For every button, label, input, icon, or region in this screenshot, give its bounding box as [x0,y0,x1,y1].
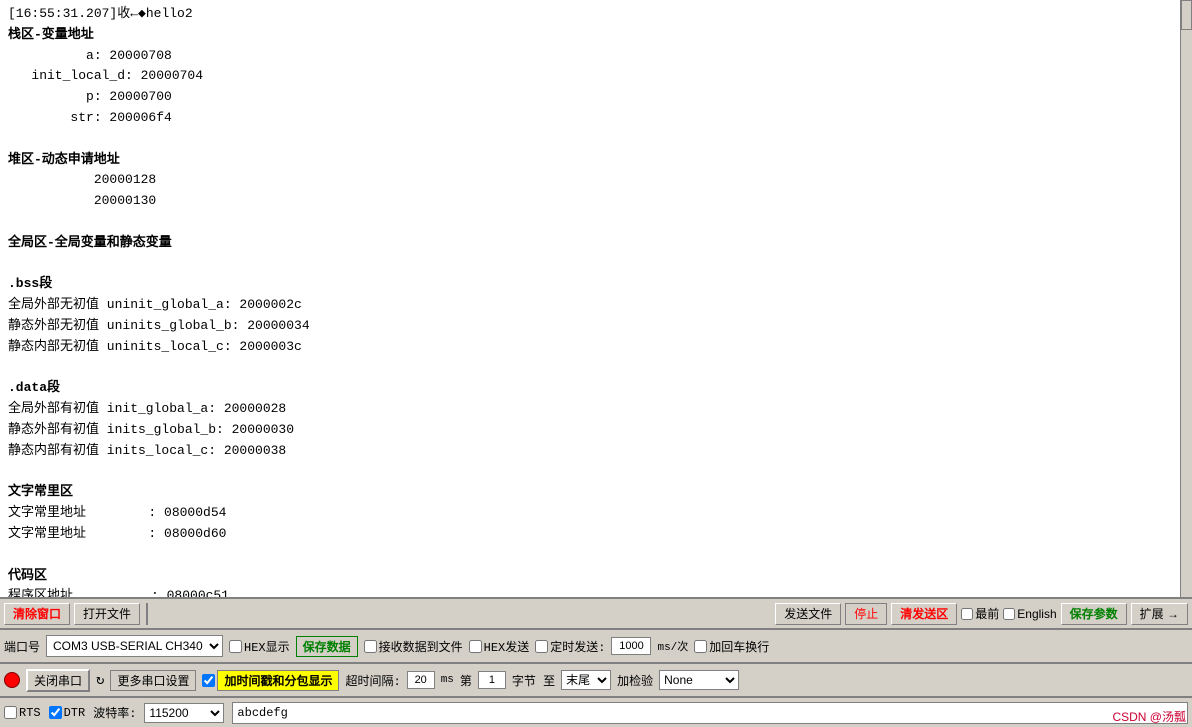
port-label: 端口号 [4,638,40,655]
timeout-label: 超时间隔: [345,672,400,689]
recover-checkbox[interactable] [694,640,707,653]
log-line-14: .bss段 [8,274,1172,295]
bottom-bar: RTS DTR 波特率: 115200 [0,697,1192,727]
last-checkbox-label[interactable]: 最前 [961,605,999,622]
log-line-22: 静态内部有初值 inits_local_c: 20000038 [8,441,1172,462]
baud-rate-select[interactable]: 115200 [144,703,224,723]
ms-unit: ms [441,674,454,686]
last-checkbox[interactable] [961,608,973,620]
recover-label[interactable]: 加回车换行 [694,638,769,655]
log-line-17: 静态内部无初值 uninits_local_c: 2000003c [8,337,1172,358]
port-select[interactable]: COM3 USB-SERIAL CH340 [46,635,223,657]
scrollbar[interactable] [1180,0,1192,597]
log-line-25: 文字常里地址 : 08000d54 [8,503,1172,524]
log-line-24: 文字常里区 [8,482,1172,503]
status-row-2: 关闭串口 ↻ 更多串口设置 加时间戳和分包显示 超时间隔: ms 第 字节 至 … [0,663,1192,697]
word-label: 第 [460,672,472,689]
main-content-area: [16:55:31.207]收←◆hello2 栈区-变量地址 a: 20000… [0,0,1180,597]
english-checkbox-text: English [1017,607,1056,621]
save-params-button[interactable]: 保存参数 [1061,603,1127,625]
end-select[interactable]: 末尾 [561,670,611,690]
send-input[interactable] [232,702,1188,724]
log-line-29: 程序区地址 : 08000c51 [8,586,1172,597]
timestamp-button[interactable]: 加时间戳和分包显示 [217,670,339,691]
log-line-20: 全局外部有初值 init_global_a: 20000028 [8,399,1172,420]
english-checkbox[interactable] [1003,608,1015,620]
hex-send-label[interactable]: HEX发送 [469,638,530,655]
log-line-16: 静态外部无初值 uninits_global_b: 20000034 [8,316,1172,337]
log-line-12: 全局区-全局变量和静态变量 [8,233,1172,254]
send-file-button[interactable]: 发送文件 [775,603,841,625]
scrollbar-thumb[interactable] [1181,0,1192,30]
last-checkbox-text: 最前 [975,605,999,622]
hex-send-checkbox[interactable] [469,640,482,653]
rts-checkbox[interactable] [4,706,17,719]
log-line-28: 代码区 [8,566,1172,587]
timed-send-label[interactable]: 定时发送: [535,638,605,655]
hex-display-label[interactable]: HEX显示 [229,638,290,655]
log-line-5: p: 20000700 [8,87,1172,108]
log-line-11 [8,212,1172,233]
interval-input[interactable] [611,637,651,655]
word-input[interactable] [478,671,506,689]
receive-file-checkbox[interactable] [364,640,377,653]
log-line-7 [8,129,1172,150]
connection-indicator [4,672,20,688]
dtr-checkbox[interactable] [49,706,62,719]
rts-label[interactable]: RTS [4,706,41,720]
clear-window-button[interactable]: 清除窗口 [4,603,70,625]
save-data-button[interactable]: 保存数据 [296,636,358,657]
log-line-21: 静态外部有初值 inits_global_b: 20000030 [8,420,1172,441]
baud-rate-label: 波特率: [93,704,136,721]
log-line-9: 20000128 [8,170,1172,191]
log-line-26: 文字常里地址 : 08000d60 [8,524,1172,545]
log-line-3: a: 20000708 [8,46,1172,67]
english-checkbox-label[interactable]: English [1003,607,1056,621]
recover-text: 加回车换行 [709,638,769,655]
word-unit: 字节 至 [512,672,555,689]
log-line-8: 堆区-动态申请地址 [8,150,1172,171]
expand-button[interactable]: 扩展 → [1131,603,1188,625]
toolbar: 清除窗口 打开文件 发送文件 停止 清发送区 最前 English 保存参数 扩… [0,597,1192,629]
log-line-23 [8,462,1172,483]
refresh-icon[interactable]: ↻ [96,672,104,689]
csdn-logo: CSDN @汤瓢 [1106,706,1192,727]
timestamp-checkbox[interactable] [202,674,215,687]
receive-file-text: 接收数据到文件 [379,638,463,655]
log-line-18 [8,358,1172,379]
verify-select[interactable]: None [659,670,739,690]
log-line-27 [8,545,1172,566]
toolbar-separator-1 [146,603,148,625]
status-row-1: 端口号 COM3 USB-SERIAL CH340 HEX显示 保存数据 接收数… [0,629,1192,663]
log-line-2: 栈区-变量地址 [8,25,1172,46]
hex-display-text: HEX显示 [244,638,290,655]
dtr-label[interactable]: DTR [49,706,86,720]
more-settings-button[interactable]: 更多串口设置 [110,670,196,691]
log-line-15: 全局外部无初值 uninit_global_a: 2000002c [8,295,1172,316]
open-file-button[interactable]: 打开文件 [74,603,140,625]
log-line-19: .data段 [8,378,1172,399]
log-line-6: str: 200006f4 [8,108,1172,129]
timeout-input[interactable] [407,671,435,689]
timed-send-checkbox[interactable] [535,640,548,653]
verify-label: 加检验 [617,672,653,689]
interval-unit: ms/次 [657,638,688,654]
hex-display-checkbox[interactable] [229,640,242,653]
close-port-button[interactable]: 关闭串口 [26,669,90,692]
timed-send-text: 定时发送: [550,638,605,655]
clear-send-button[interactable]: 清发送区 [891,603,957,625]
timestamp-checkbox-label[interactable]: 加时间戳和分包显示 [202,670,339,691]
log-line-4: init_local_d: 20000704 [8,66,1172,87]
dtr-text: DTR [64,706,86,720]
hex-send-text: HEX发送 [484,638,530,655]
receive-file-label[interactable]: 接收数据到文件 [364,638,463,655]
log-line-10: 20000130 [8,191,1172,212]
log-line-1: [16:55:31.207]收←◆hello2 [8,4,1172,25]
log-line-13 [8,254,1172,275]
stop-button[interactable]: 停止 [845,603,887,625]
rts-text: RTS [19,706,41,720]
